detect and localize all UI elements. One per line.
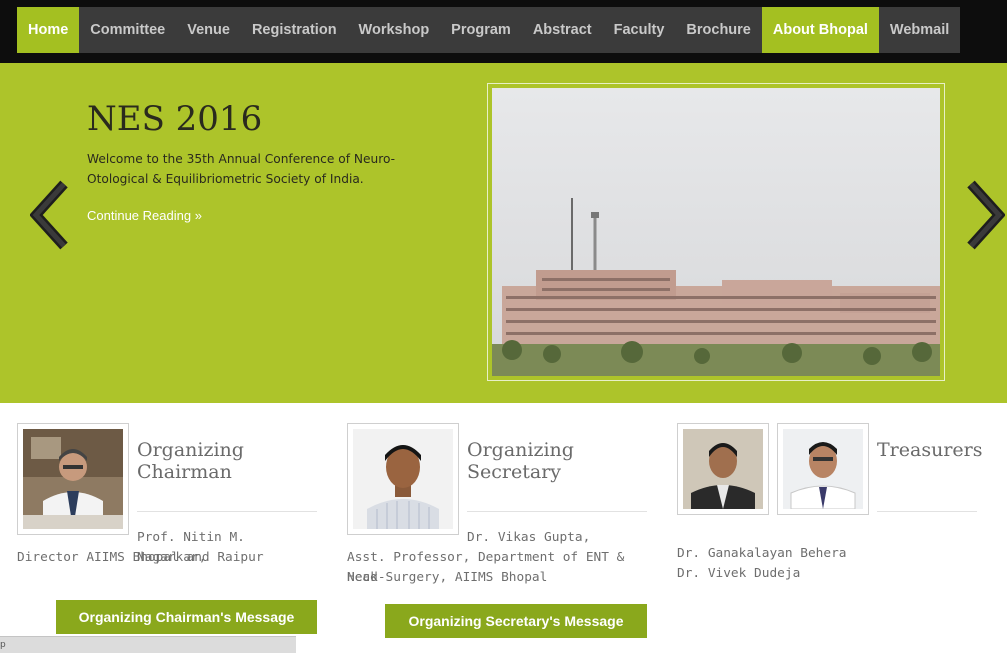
nav-faculty[interactable]: Faculty (603, 7, 676, 53)
hero-slider: NES 2016 Welcome to the 35th Annual Conf… (0, 63, 1007, 403)
slider-prev-arrow-icon[interactable] (29, 180, 70, 250)
nav-workshop[interactable]: Workshop (348, 7, 441, 53)
continue-reading-link[interactable]: Continue Reading » (87, 208, 202, 223)
chairman-role: Director AIIMS Bhopal and Raipur (17, 550, 264, 565)
nav-webmail[interactable]: Webmail (879, 7, 960, 53)
chairman-heading: Organizing Chairman (137, 439, 244, 483)
treasurers-divider (877, 511, 977, 512)
nav-about-bhopal[interactable]: About Bhopal (761, 7, 879, 53)
secretary-message-button[interactable]: Organizing Secretary's Message (385, 604, 647, 638)
main-nav: Home Committee Venue Registration Worksh… (17, 7, 961, 53)
treasurer-2-photo (777, 423, 869, 515)
hero-description: Welcome to the 35th Annual Conference of… (87, 152, 396, 186)
nav-abstract[interactable]: Abstract (522, 7, 603, 53)
nav-home[interactable]: Home (17, 7, 80, 53)
secretary-name: Dr. Vikas Gupta, (467, 530, 591, 545)
secretary-divider (467, 511, 647, 512)
chairman-heading-line2: Chairman (137, 461, 232, 483)
nav-registration[interactable]: Registration (241, 7, 348, 53)
nav-program[interactable]: Program (440, 7, 522, 53)
secretary-heading: Organizing Secretary (467, 439, 574, 483)
secretary-photo (347, 423, 459, 535)
hero-campus-photo (487, 83, 945, 381)
secretary-role-line2: Neck Surgery, AIIMS Bhopal (347, 570, 548, 585)
campus-building-image (492, 88, 940, 376)
chairman-photo (17, 423, 129, 535)
treasurer-1-photo (677, 423, 769, 515)
treasurer-1-name: Dr. Ganakalayan Behera (677, 546, 847, 561)
secretary-heading-line1: Organizing (467, 439, 574, 461)
treasurers-heading: Treasurers (877, 439, 983, 461)
nav-venue[interactable]: Venue (176, 7, 241, 53)
chairman-message-button[interactable]: Organizing Chairman's Message (56, 600, 317, 634)
bottom-partial-tab[interactable]: p (0, 636, 296, 653)
chairman-heading-line1: Organizing (137, 439, 244, 461)
nav-brochure[interactable]: Brochure (675, 7, 761, 53)
hero-title: NES 2016 (87, 99, 263, 139)
chairman-divider (137, 511, 317, 512)
top-bar: Home Committee Venue Registration Worksh… (0, 0, 1007, 63)
secretary-heading-line2: Secretary (467, 461, 562, 483)
nav-committee[interactable]: Committee (79, 7, 176, 53)
treasurer-2-name: Dr. Vivek Dudeja (677, 566, 801, 581)
slider-next-arrow-icon[interactable] (965, 180, 1006, 250)
